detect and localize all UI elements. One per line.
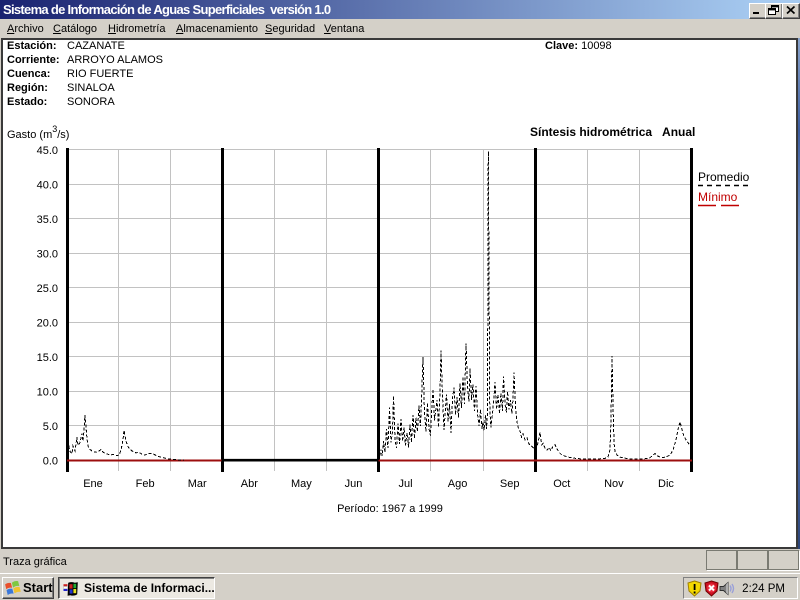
svg-text:Nov: Nov <box>604 478 624 490</box>
svg-text:5.0: 5.0 <box>43 421 58 433</box>
svg-text:45.0: 45.0 <box>37 145 58 157</box>
svg-text:20.0: 20.0 <box>37 318 58 330</box>
svg-text:Período: 1967 a 1999: Período: 1967 a 1999 <box>337 503 443 515</box>
svg-text:May: May <box>291 478 312 490</box>
svg-text:Oct: Oct <box>553 478 570 490</box>
svg-text:15.0: 15.0 <box>37 352 58 364</box>
svg-text:Ene: Ene <box>83 478 103 490</box>
svg-text:Mínimo: Mínimo <box>698 190 738 204</box>
svg-text:40.0: 40.0 <box>37 180 58 192</box>
svg-text:Dic: Dic <box>658 478 674 490</box>
svg-text:25.0: 25.0 <box>37 283 58 295</box>
svg-text:Ago: Ago <box>448 478 468 490</box>
svg-text:Jun: Jun <box>345 478 363 490</box>
svg-text:Jul: Jul <box>398 478 412 490</box>
svg-text:Abr: Abr <box>241 478 258 490</box>
svg-text:Sep: Sep <box>500 478 520 490</box>
svg-text:35.0: 35.0 <box>37 214 58 226</box>
svg-text:10.0: 10.0 <box>37 387 58 399</box>
svg-text:30.0: 30.0 <box>37 249 58 261</box>
svg-text:0.0: 0.0 <box>43 456 58 468</box>
svg-text:Promedio: Promedio <box>698 170 750 184</box>
svg-text:Mar: Mar <box>188 478 207 490</box>
svg-text:Feb: Feb <box>136 478 155 490</box>
